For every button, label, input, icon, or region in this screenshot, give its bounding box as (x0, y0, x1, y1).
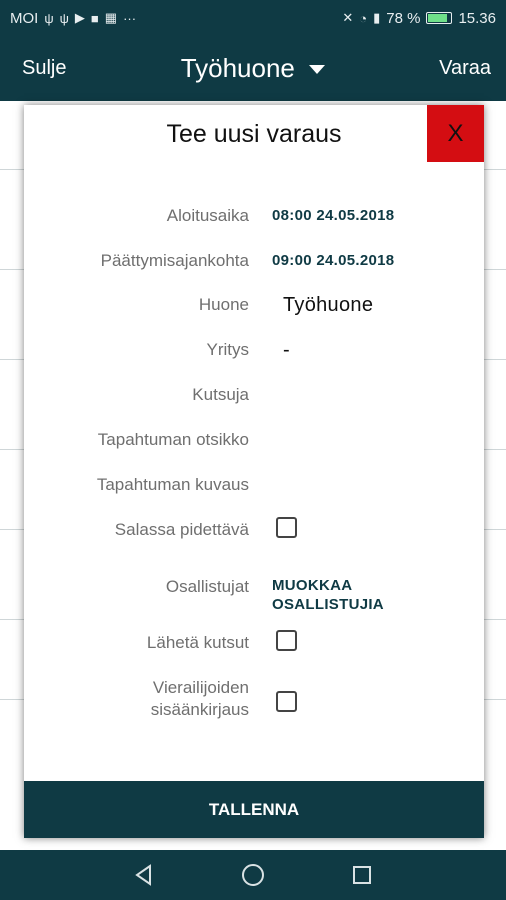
status-bar: MOI ψ ψ ▶ ■ ▦ ··· ✕ ◔ ▮ 78 % 15.36 (0, 0, 506, 36)
event-title-label: Tapahtuman otsikko (97, 430, 249, 449)
start-time-label: Aloitusaika (166, 206, 249, 225)
inviter-row: Kutsuja (24, 384, 484, 414)
navigation-bar (0, 850, 506, 900)
company-value: - (283, 339, 290, 361)
battery-percent: 78 % (386, 9, 421, 27)
dropdown-caret-icon (308, 65, 325, 74)
edit-participants-link[interactable]: MUOKKAA OSALLISTUJIA (272, 576, 384, 614)
company-row: Yritys - (24, 339, 484, 369)
visitor-checkin-line1: Vierailijoiden (152, 678, 249, 697)
more-icon: ··· (123, 10, 137, 26)
visitor-checkin-checkbox[interactable] (276, 691, 297, 712)
event-description-label: Tapahtuman kuvaus (96, 475, 249, 494)
start-time-row: Aloitusaika 08:00 24.05.2018 (24, 205, 484, 235)
usb-icon: ψ (44, 10, 54, 26)
company-label: Yritys (206, 340, 250, 359)
room-value: Työhuone (283, 294, 374, 316)
new-booking-dialog: Tee uusi varaus X Aloitusaika 08:00 24.0… (24, 105, 484, 838)
start-time-value[interactable]: 08:00 24.05.2018 (272, 205, 394, 227)
notification-icon: ■ (90, 10, 99, 26)
wifi-icon: ◔ (359, 10, 368, 26)
confidential-checkbox[interactable] (276, 517, 297, 538)
app-bar: Sulje Työhuone Varaa (0, 36, 506, 101)
inviter-label: Kutsuja (192, 385, 249, 404)
mute-icon: ✕ (342, 10, 354, 25)
send-invites-checkbox[interactable] (276, 630, 297, 651)
edit-participants-line1: MUOKKAA (272, 577, 353, 594)
status-left: MOI ψ ψ ▶ ■ ▦ ··· (10, 10, 136, 27)
recents-icon[interactable] (347, 860, 377, 890)
confidential-label: Salassa pidettävä (114, 520, 249, 539)
room-selector[interactable]: Työhuone (181, 53, 325, 84)
end-time-label: Päättymisajankohta (100, 251, 249, 270)
end-time-value[interactable]: 09:00 24.05.2018 (272, 250, 394, 272)
confidential-row: Salassa pidettävä (24, 517, 484, 549)
book-button[interactable]: Varaa (439, 57, 491, 80)
status-right: ✕ ◔ ▮ 78 % 15.36 (342, 10, 496, 27)
gallery-icon: ▦ (104, 10, 118, 25)
battery-icon (426, 12, 453, 24)
participants-label: Osallistujat (165, 577, 249, 596)
dialog-close-button[interactable]: X (427, 105, 484, 162)
event-title-row: Tapahtuman otsikko (24, 429, 484, 459)
home-icon[interactable] (238, 860, 268, 890)
play-store-icon: ▶ (74, 10, 85, 25)
close-app-button[interactable]: Sulje (22, 57, 66, 80)
carrier-label: MOI (10, 9, 39, 27)
visitor-checkin-label: Vierailijoiden sisäänkirjaus (29, 677, 249, 721)
dialog-title: Tee uusi varaus (166, 119, 342, 148)
room-row: Huone Työhuone (24, 294, 484, 324)
save-button[interactable]: TALLENNA (24, 781, 484, 838)
room-label: Huone (198, 295, 249, 314)
visitor-checkin-line2: sisäänkirjaus (150, 700, 249, 719)
back-icon[interactable] (129, 860, 159, 890)
room-title: Työhuone (180, 53, 295, 83)
clock: 15.36 (458, 9, 496, 27)
signal-icon: ▮ (373, 10, 381, 25)
usb-icon-2: ψ (59, 10, 69, 26)
send-invites-row: Lähetä kutsut (24, 630, 484, 662)
visitor-checkin-row: Vierailijoiden sisäänkirjaus (24, 677, 484, 725)
send-invites-label: Lähetä kutsut (146, 633, 249, 652)
end-time-row: Päättymisajankohta 09:00 24.05.2018 (24, 250, 484, 280)
event-description-row: Tapahtuman kuvaus (24, 474, 484, 504)
participants-row: Osallistujat MUOKKAA OSALLISTUJIA (24, 576, 484, 616)
edit-participants-line2: OSALLISTUJIA (272, 596, 384, 613)
